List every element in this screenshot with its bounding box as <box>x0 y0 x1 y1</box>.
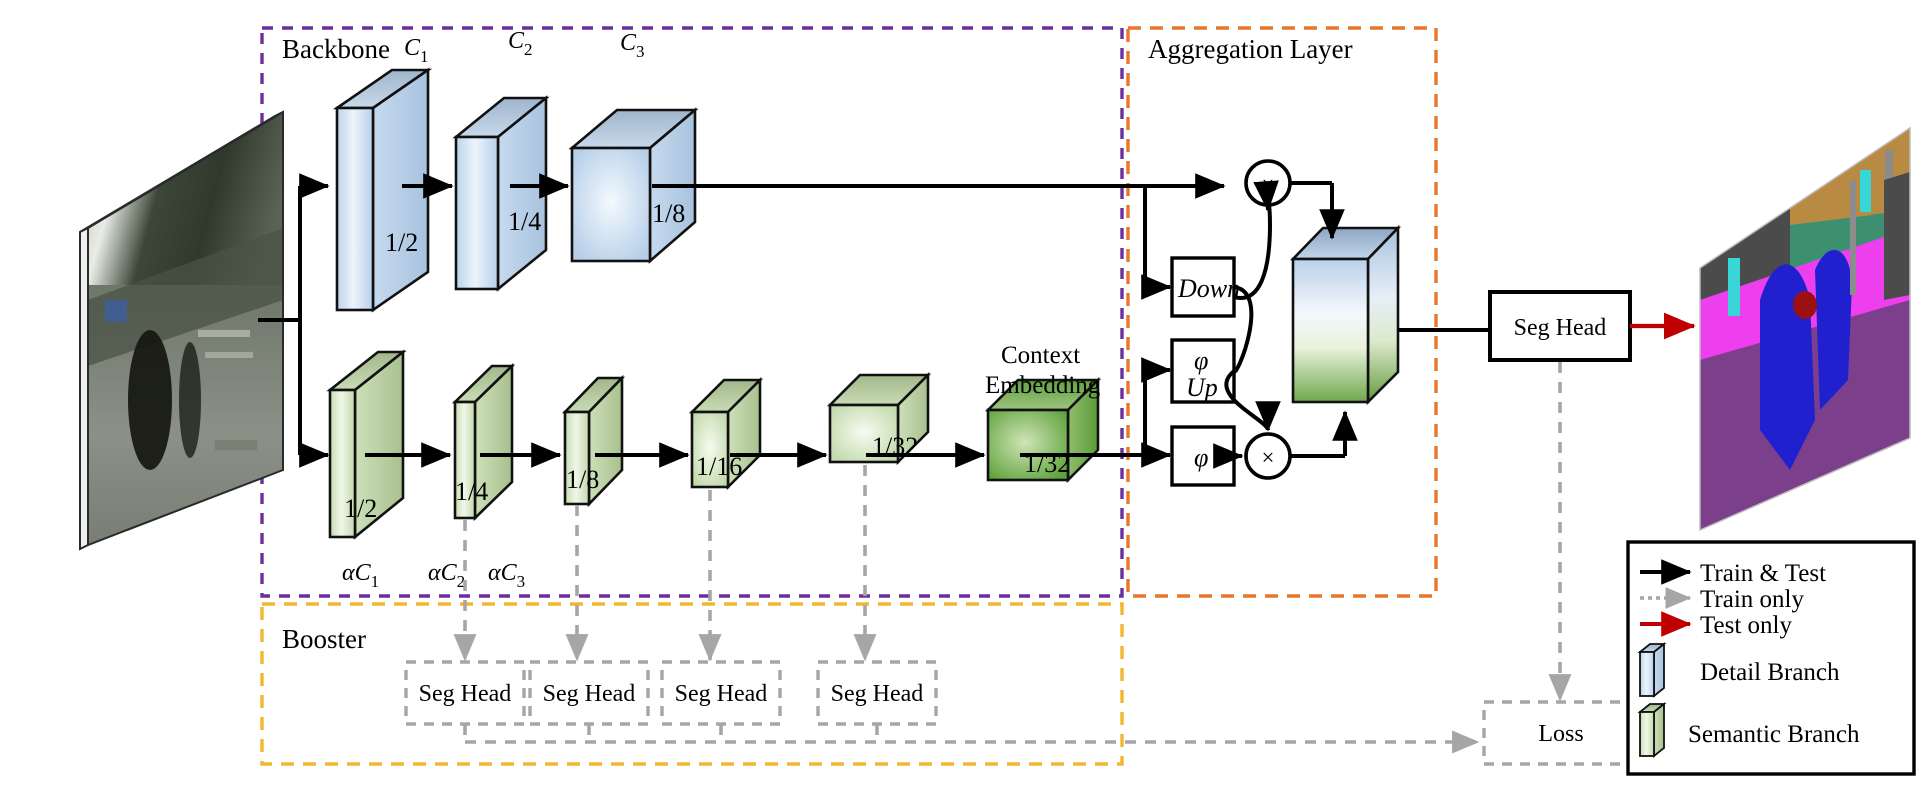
semantic-block-ac2-channel: αC2 <box>428 560 465 591</box>
detail-block-c2-channel: C2 <box>508 28 533 59</box>
legend-marker-detail-branch <box>1637 642 1667 698</box>
loss-label: Loss <box>1538 721 1583 747</box>
detail-to-aggregation-line <box>652 173 1226 300</box>
aggregation-cross-connections <box>1213 180 1281 469</box>
legend-label-detail-branch: Detail Branch <box>1700 659 1840 686</box>
legend-marker-semantic-branch <box>1637 702 1667 758</box>
aggregation-phi-label: φ <box>1194 443 1208 472</box>
main-seg-head-label: Seg Head <box>1514 315 1607 341</box>
semantic-block-ac3-channel: αC3 <box>488 560 525 591</box>
detail-block-c1 <box>332 67 433 313</box>
semantic-block-ac3-scale: 1/8 <box>566 465 599 494</box>
legend-label-train-test: Train & Test <box>1700 560 1826 587</box>
legend-label-test-only: Test only <box>1700 612 1792 639</box>
semantic-block-ac2-scale: 1/4 <box>455 477 488 506</box>
booster-seg-head-2-label: Seg Head <box>543 681 636 707</box>
aggregation-group-label: Aggregation Layer <box>1148 34 1353 64</box>
legend-label-train-only: Train only <box>1700 586 1804 613</box>
aggregation-phi-up-label-1: φ <box>1194 346 1208 375</box>
aggregation-down-label: Down <box>1177 274 1240 303</box>
booster-seg-head-1-label: Seg Head <box>419 681 512 707</box>
fused-feature-cube <box>1289 224 1402 406</box>
figure-canvas: Backbone Aggregation Layer Booster 1/2 C… <box>0 0 1920 802</box>
context-embedding-label-line1: Context <box>1001 342 1080 369</box>
multiply-symbol-top: × <box>1262 172 1275 197</box>
detail-block-c2 <box>452 95 550 292</box>
semantic-block-ac1-channel: αC1 <box>342 560 379 591</box>
input-image <box>79 110 284 551</box>
semantic-block-ac1-scale: 1/2 <box>344 494 377 523</box>
output-segmentation <box>1699 126 1911 532</box>
detail-block-c2-scale: 1/4 <box>508 207 541 236</box>
detail-block-c3-channel: C3 <box>620 30 645 61</box>
detail-block-c3-scale: 1/8 <box>652 199 685 228</box>
booster-seg-head-3-label: Seg Head <box>675 681 768 707</box>
multiply-symbol-bottom: × <box>1262 445 1275 470</box>
legend-label-semantic-branch: Semantic Branch <box>1688 721 1860 748</box>
booster-group-label: Booster <box>282 624 366 654</box>
detail-block-c1-channel: C1 <box>404 35 429 66</box>
detail-block-c1-scale: 1/2 <box>385 228 418 257</box>
booster-to-loss-bus <box>463 724 1480 754</box>
architecture-diagram: Backbone Aggregation Layer Booster 1/2 C… <box>79 26 1916 776</box>
booster-seg-head-4-label: Seg Head <box>831 681 924 707</box>
backbone-group-label: Backbone <box>282 34 390 64</box>
context-embedding-label-line2: Embedding <box>985 372 1101 399</box>
aggregation-phi-up-label-2: Up <box>1186 373 1218 402</box>
aggregation-multiply-bottom: × <box>1244 432 1292 480</box>
